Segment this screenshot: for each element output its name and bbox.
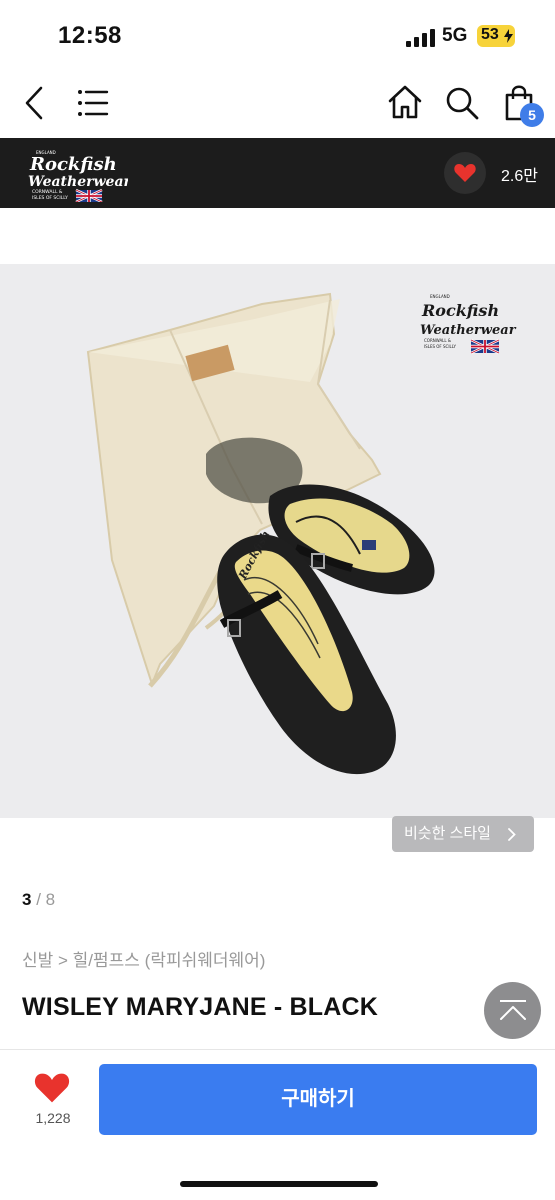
brand-bar[interactable]: ENGLAND Rockfish Weatherwear CORNWALL & … — [0, 138, 555, 208]
svg-text:ISLES OF SCILLY: ISLES OF SCILLY — [424, 344, 456, 349]
product-title: WISLEY MARYJANE - BLACK — [22, 993, 379, 1021]
signal-icon — [406, 29, 435, 47]
cart-count-badge: 5 — [520, 103, 544, 127]
brand-logo: ENGLAND Rockfish Weatherwear CORNWALL & … — [28, 150, 128, 202]
brand-like-count: 2.6만 — [501, 168, 538, 185]
image-pager: 3 / 8 — [22, 890, 55, 910]
svg-text:Weatherwear: Weatherwear — [28, 174, 128, 190]
charging-bolt-icon — [504, 29, 513, 43]
nav-bar — [0, 72, 555, 136]
status-bar: 12:58 5G 53 — [0, 0, 555, 72]
chevron-right-icon — [508, 828, 516, 841]
heart-icon — [454, 164, 476, 182]
network-type: 5G — [442, 25, 468, 46]
arrow-up-icon — [500, 1000, 526, 1020]
scroll-to-top-button[interactable] — [484, 982, 541, 1039]
svg-text:ISLES OF SCILLY: ISLES OF SCILLY — [32, 195, 68, 201]
battery-icon: 53 — [477, 25, 515, 47]
home-icon[interactable] — [387, 84, 423, 120]
svg-text:Weatherwear: Weatherwear — [420, 323, 517, 338]
menu-icon[interactable] — [77, 89, 109, 117]
wishlist-heart-icon[interactable] — [34, 1072, 70, 1104]
similar-style-label: 비슷한 스타일 — [404, 825, 491, 842]
product-photo: Rockfish ENGLAND Rockfish Weatherwear CO… — [86, 292, 517, 775]
svg-text:ENGLAND: ENGLAND — [430, 294, 450, 299]
brand-like-button[interactable] — [444, 152, 486, 194]
svg-text:CORNWALL &: CORNWALL & — [424, 338, 451, 343]
status-time: 12:58 — [58, 22, 122, 49]
buy-button[interactable]: 구매하기 — [99, 1064, 537, 1135]
pager-separator: / — [31, 890, 46, 909]
union-jack-icon — [75, 188, 103, 202]
breadcrumb[interactable]: 신발 > 힐/펌프스 (락피쉬웨더웨어) — [22, 946, 265, 971]
chevron-left-icon[interactable] — [22, 86, 46, 120]
svg-text:CORNWALL &: CORNWALL & — [32, 189, 63, 195]
search-icon[interactable] — [444, 85, 480, 121]
image-brand-logo: ENGLAND Rockfish Weatherwear CORNWALL & … — [420, 294, 517, 355]
home-indicator — [180, 1181, 378, 1187]
bottom-bar-divider — [0, 1049, 555, 1050]
battery-level: 53 — [481, 26, 499, 43]
pager-total: 8 — [45, 890, 56, 909]
product-image[interactable]: Rockfish ENGLAND Rockfish Weatherwear CO… — [0, 264, 555, 818]
similar-style-button[interactable]: 비슷한 스타일 — [392, 816, 534, 852]
wishlist-count: 1,228 — [35, 1110, 71, 1126]
svg-text:Rockfish: Rockfish — [421, 301, 499, 320]
svg-text:Rockfish: Rockfish — [29, 154, 117, 175]
